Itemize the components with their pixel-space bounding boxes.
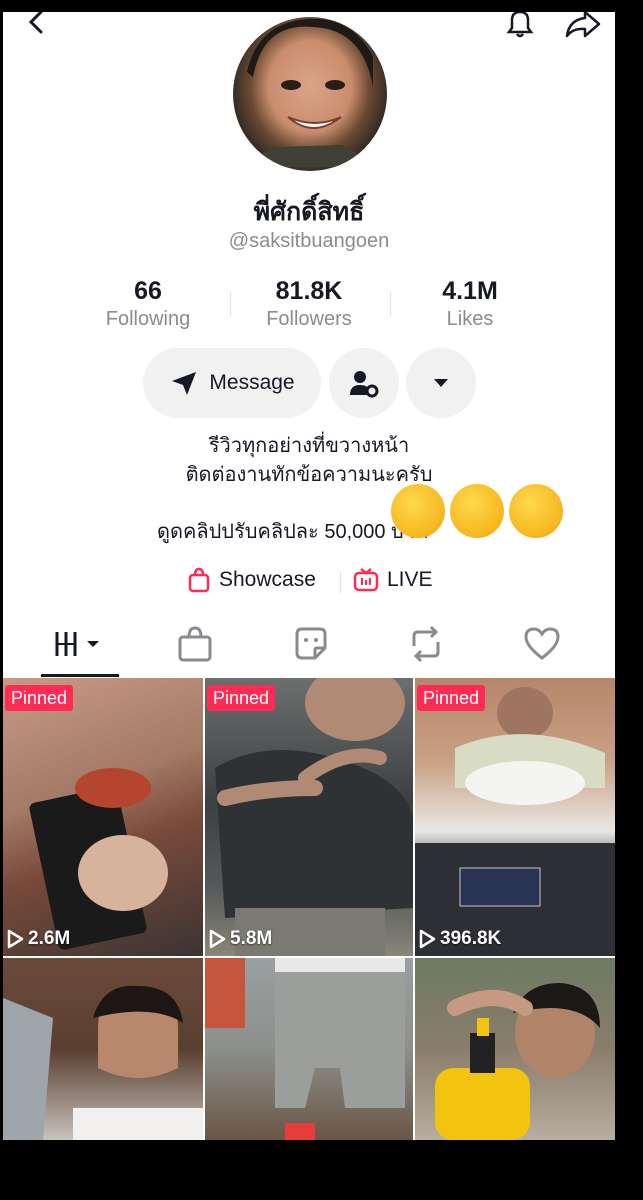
- view-count: 2.6M: [6, 928, 70, 950]
- following-label: Following: [105, 308, 191, 330]
- spray-bottle-icon: [435, 983, 600, 1140]
- followers-label: Followers: [266, 308, 352, 330]
- profile-screen: พี่ศักดิ์สิทธิ์ @saksitbuangoen 66 Follo…: [3, 12, 615, 1140]
- showcase-label: Showcase: [219, 568, 316, 591]
- video-thumbnail[interactable]: [3, 958, 203, 1140]
- stats-divider: [390, 292, 391, 316]
- view-count: 5.8M: [208, 928, 272, 950]
- link-divider: [340, 572, 341, 594]
- share-icon[interactable]: [563, 12, 603, 40]
- live-tv-icon: [353, 568, 379, 592]
- video-thumbnail[interactable]: Pinned 2.6M: [3, 678, 203, 956]
- message-button[interactable]: Message: [143, 348, 321, 418]
- tab-liked[interactable]: [522, 624, 562, 664]
- view-count-label: 5.8M: [230, 928, 273, 949]
- video-thumbnail[interactable]: [415, 958, 615, 1140]
- more-options-button[interactable]: [406, 348, 476, 418]
- bell-icon[interactable]: [503, 12, 537, 40]
- heart-icon: [524, 627, 560, 660]
- drooling-face-emoji-icon: [450, 484, 504, 538]
- bio-line-1: รีวิวทุกอย่างที่ขวางหน้า: [208, 435, 410, 457]
- mattress-icon: [415, 687, 615, 956]
- view-count-label: 396.8K: [440, 928, 502, 949]
- person-icon: [215, 678, 413, 956]
- bio-line-3: ดูดคลิปปรับคลิปละ 50,000 บาท: [157, 521, 429, 543]
- play-icon: [419, 929, 436, 949]
- video-thumbnail[interactable]: [205, 958, 413, 1140]
- stat-likes[interactable]: 4.1M Likes: [395, 276, 545, 332]
- shopping-bag-icon: [178, 626, 212, 662]
- tab-reposts[interactable]: [406, 624, 446, 664]
- likes-label: Likes: [446, 308, 494, 330]
- avatar[interactable]: [233, 17, 387, 171]
- drooling-face-emoji-icon: [391, 484, 445, 538]
- view-count-label: 2.6M: [28, 928, 71, 949]
- following-count: 66: [134, 277, 162, 305]
- live-link[interactable]: LIVE: [353, 567, 433, 593]
- send-icon: [172, 372, 197, 395]
- display-name: พี่ศักดิ์สิทธิ์: [253, 198, 365, 226]
- caret-down-icon: [434, 379, 448, 387]
- snack-bag-icon: [29, 768, 168, 950]
- sticker-icon: [295, 627, 327, 660]
- likes-count: 4.1M: [442, 277, 498, 305]
- drooling-face-emoji-icon: [509, 484, 563, 538]
- username: @saksitbuangoen: [228, 230, 390, 252]
- user-settings-icon: [350, 371, 379, 398]
- active-tab-indicator: [41, 674, 119, 677]
- back-icon[interactable]: [21, 12, 51, 38]
- showcase-link[interactable]: Showcase: [187, 567, 316, 593]
- message-button-label: Message: [209, 371, 295, 394]
- pinned-badge: Pinned: [5, 685, 74, 711]
- play-icon: [209, 929, 226, 949]
- stat-followers[interactable]: 81.8K Followers: [234, 276, 384, 332]
- bio-line-2: ติดต่องานทักข้อความนะครับ: [185, 464, 433, 486]
- video-thumbnail[interactable]: Pinned 5.8M: [205, 678, 413, 956]
- friend-settings-button[interactable]: [329, 348, 399, 418]
- avatar-face-icon: [243, 18, 383, 167]
- stats-divider: [230, 292, 231, 316]
- person-icon: [205, 958, 405, 1140]
- shopping-bag-icon: [188, 567, 210, 593]
- tab-videos[interactable]: [53, 624, 109, 664]
- followers-count: 81.8K: [275, 277, 343, 305]
- tab-shop[interactable]: [175, 624, 215, 664]
- person-icon: [3, 985, 203, 1140]
- tab-favorites[interactable]: [291, 624, 331, 664]
- repost-icon: [412, 625, 440, 663]
- pinned-badge: Pinned: [207, 685, 276, 711]
- pinned-badge: Pinned: [417, 685, 486, 711]
- grid-icon: [55, 632, 99, 656]
- stat-following[interactable]: 66 Following: [73, 276, 223, 332]
- view-count: 396.8K: [418, 928, 501, 950]
- video-thumbnail[interactable]: Pinned 396.8K: [415, 678, 615, 956]
- live-label: LIVE: [387, 568, 433, 591]
- play-icon: [7, 929, 24, 949]
